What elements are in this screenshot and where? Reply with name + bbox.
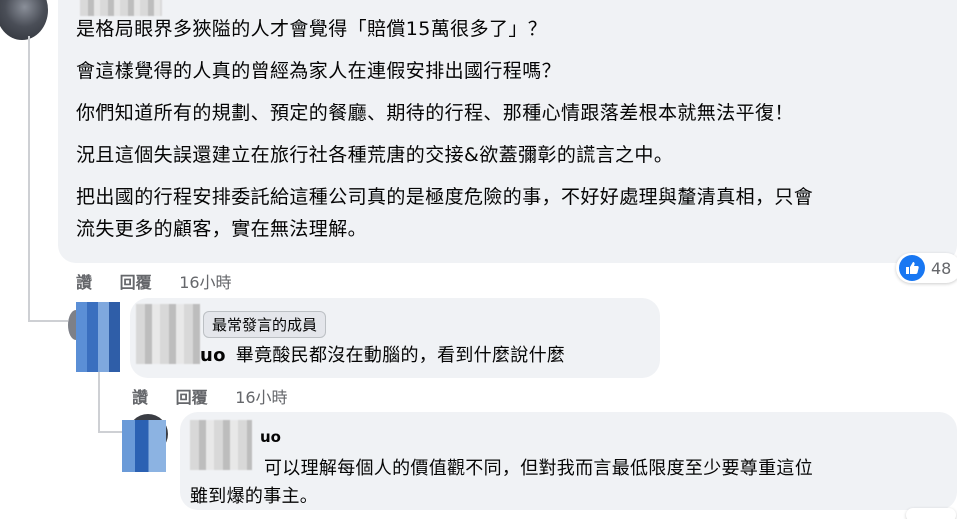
reply-bubble: uo 畢竟酸民都沒在動腦的，看到什麼說什麼 (130, 298, 660, 378)
thread-connector (98, 431, 122, 433)
reply-author-fragment[interactable]: uo (260, 428, 281, 446)
comment-line: 況且這個失誤還建立在旅行社各種荒唐的交接&欲蓋彌彰的謊言之中。 (76, 144, 674, 166)
reply-text: uo 畢竟酸民都沒在動腦的，看到什麼說什麼 (200, 341, 565, 367)
reply-author-blurred[interactable] (190, 420, 252, 470)
reaction-summary[interactable]: 48 (896, 253, 957, 283)
comment-bubble: 是格局眼界多狹隘的人才會覺得「賠償15萬很多了」？ 會這樣覺得的人真的曾經為家人… (58, 0, 957, 263)
reply-actions: 讚 回覆 16小時 (132, 384, 310, 408)
reaction-summary-partial[interactable] (906, 508, 956, 519)
reply-avatar[interactable] (76, 302, 120, 372)
reply-author-fragment[interactable]: uo (200, 345, 226, 366)
comment-line: 會這樣覺得的人真的曾經為家人在連假安排出國行程嗎？ (76, 60, 562, 82)
thread-connector (28, 320, 68, 322)
timestamp[interactable]: 16小時 (179, 273, 231, 292)
reply-link[interactable]: 回覆 (176, 388, 208, 407)
top-contributor-badge[interactable]: 最常發言的成員 (203, 311, 327, 338)
reply-author-blurred[interactable] (136, 304, 200, 364)
reaction-count: 48 (931, 258, 952, 278)
reply-body: 畢竟酸民都沒在動腦的，看到什麼說什麼 (235, 345, 566, 366)
reply-bubble: uo 可以理解每個人的價值觀不同，但對我而言最低限度至少要尊重這位 雖到爆的事主… (180, 412, 957, 510)
commenter-avatar[interactable] (0, 0, 48, 40)
thumbs-up-icon (899, 255, 925, 281)
comment-actions: 讚 回覆 16小時 (76, 269, 254, 293)
thread-line (98, 370, 100, 432)
reply-link[interactable]: 回覆 (120, 273, 152, 292)
like-link[interactable]: 讚 (76, 273, 92, 292)
timestamp[interactable]: 16小時 (235, 388, 287, 407)
comment-line: 是格局眼界多狹隘的人才會覺得「賠償15萬很多了」？ (76, 18, 548, 40)
comment-line: 流失更多的顧客，實在無法理解。 (76, 218, 368, 240)
comment-line: 你們知道所有的規劃、預定的餐廳、期待的行程、那種心情跟落差根本就無法平復！ (76, 102, 794, 124)
reply-line: 可以理解每個人的價值觀不同，但對我而言最低限度至少要尊重這位 (264, 458, 813, 479)
like-link[interactable]: 讚 (132, 388, 148, 407)
commenter-name-blurred[interactable] (80, 0, 162, 16)
reply-line: 雖到爆的事主。 (190, 486, 319, 507)
comment-line: 把出國的行程安排委託給這種公司真的是極度危險的事，不好好處理與釐清真相，只會 (76, 186, 814, 208)
thread-line (28, 36, 30, 321)
reply-avatar[interactable] (122, 420, 166, 472)
